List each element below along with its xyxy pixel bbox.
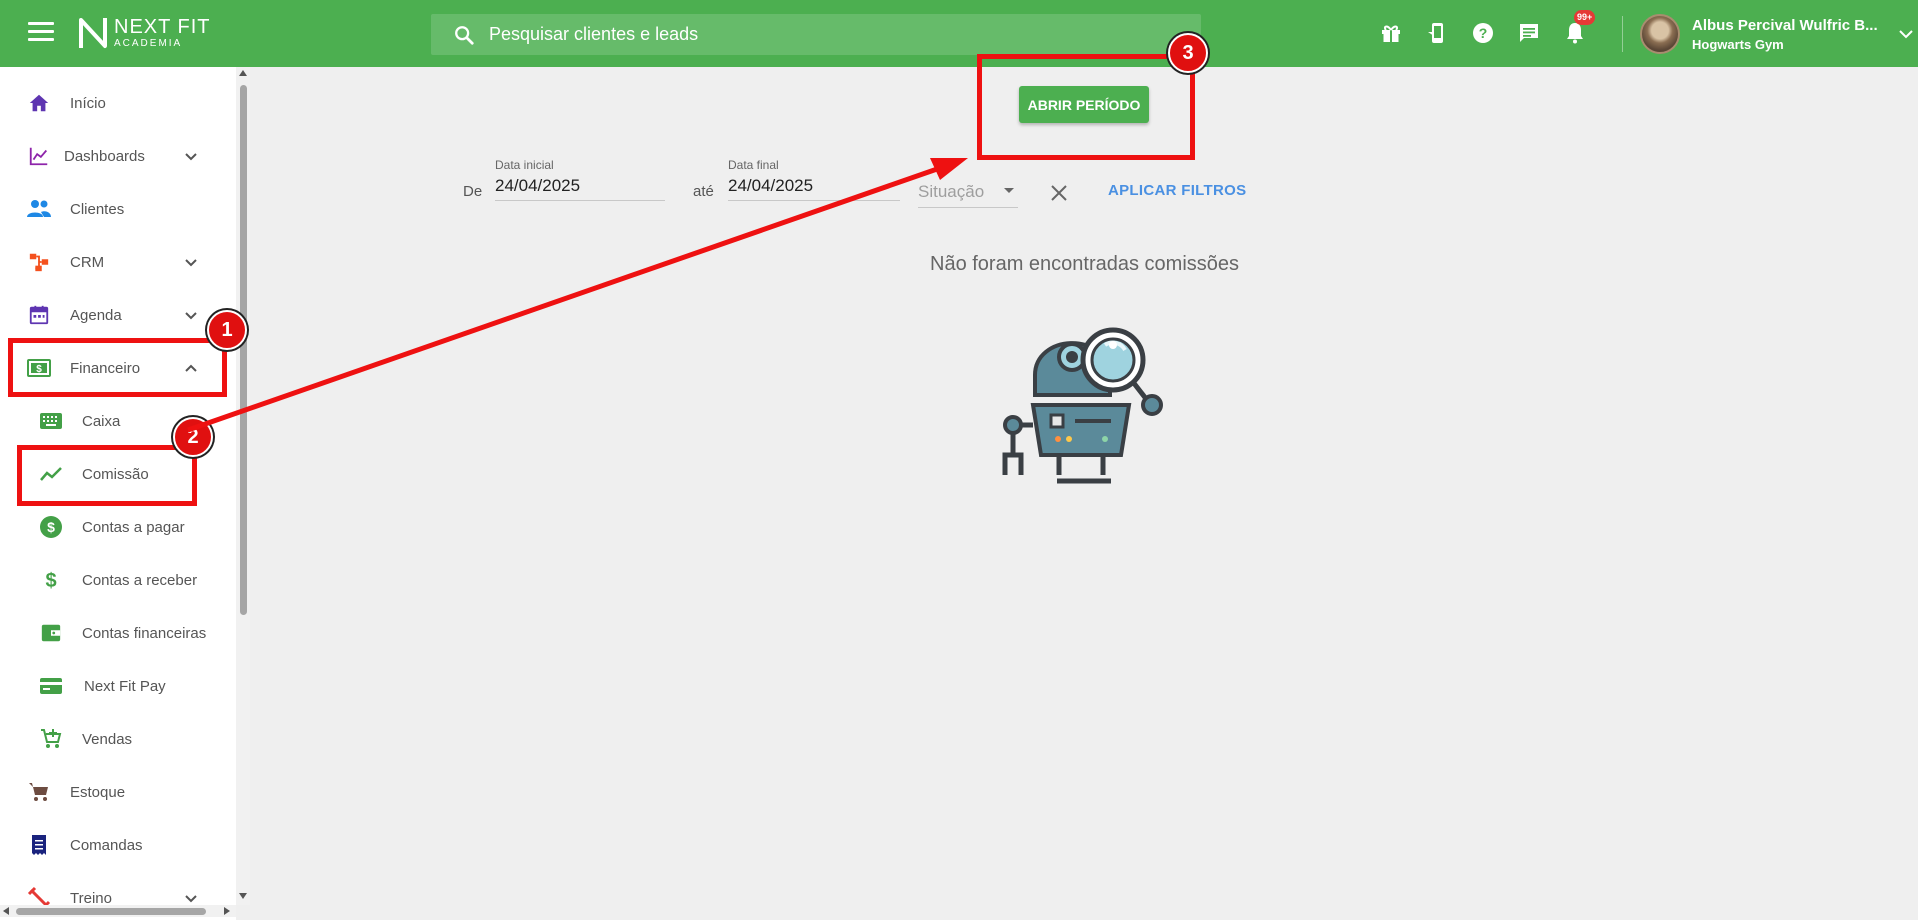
annotation-arrow [187,158,968,433]
